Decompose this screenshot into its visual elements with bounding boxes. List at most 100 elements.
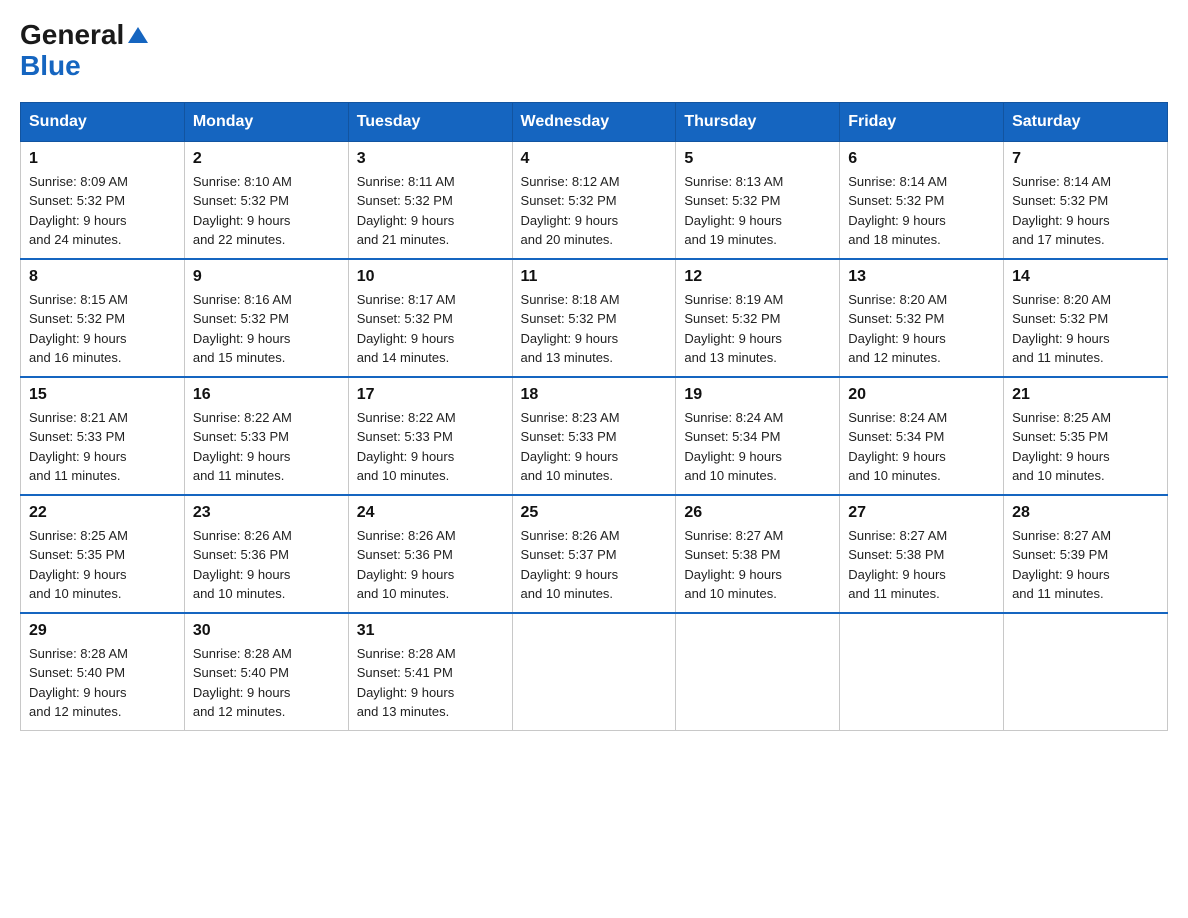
day-info: Sunrise: 8:22 AM Sunset: 5:33 PM Dayligh… [193, 410, 292, 484]
weekday-header-row: SundayMondayTuesdayWednesdayThursdayFrid… [21, 102, 1168, 141]
calendar-cell [512, 613, 676, 731]
day-info: Sunrise: 8:24 AM Sunset: 5:34 PM Dayligh… [848, 410, 947, 484]
calendar-cell: 7 Sunrise: 8:14 AM Sunset: 5:32 PM Dayli… [1004, 141, 1168, 259]
day-info: Sunrise: 8:26 AM Sunset: 5:37 PM Dayligh… [521, 528, 620, 602]
calendar-cell: 11 Sunrise: 8:18 AM Sunset: 5:32 PM Dayl… [512, 259, 676, 377]
calendar-cell: 9 Sunrise: 8:16 AM Sunset: 5:32 PM Dayli… [184, 259, 348, 377]
calendar-cell: 13 Sunrise: 8:20 AM Sunset: 5:32 PM Dayl… [840, 259, 1004, 377]
calendar-cell: 3 Sunrise: 8:11 AM Sunset: 5:32 PM Dayli… [348, 141, 512, 259]
day-number: 21 [1012, 386, 1159, 404]
day-number: 17 [357, 386, 504, 404]
day-info: Sunrise: 8:25 AM Sunset: 5:35 PM Dayligh… [1012, 410, 1111, 484]
calendar-week-row: 22 Sunrise: 8:25 AM Sunset: 5:35 PM Dayl… [21, 495, 1168, 613]
day-number: 12 [684, 268, 831, 286]
logo-general-text: General [20, 20, 124, 51]
day-info: Sunrise: 8:25 AM Sunset: 5:35 PM Dayligh… [29, 528, 128, 602]
day-number: 1 [29, 150, 176, 168]
day-info: Sunrise: 8:13 AM Sunset: 5:32 PM Dayligh… [684, 174, 783, 248]
day-info: Sunrise: 8:28 AM Sunset: 5:40 PM Dayligh… [29, 646, 128, 720]
calendar-cell [1004, 613, 1168, 731]
weekday-header-monday: Monday [184, 102, 348, 141]
calendar-cell: 8 Sunrise: 8:15 AM Sunset: 5:32 PM Dayli… [21, 259, 185, 377]
calendar-cell: 20 Sunrise: 8:24 AM Sunset: 5:34 PM Dayl… [840, 377, 1004, 495]
calendar-cell: 27 Sunrise: 8:27 AM Sunset: 5:38 PM Dayl… [840, 495, 1004, 613]
day-number: 5 [684, 150, 831, 168]
day-number: 6 [848, 150, 995, 168]
calendar-cell: 23 Sunrise: 8:26 AM Sunset: 5:36 PM Dayl… [184, 495, 348, 613]
logo-mark: General [20, 20, 148, 51]
day-info: Sunrise: 8:12 AM Sunset: 5:32 PM Dayligh… [521, 174, 620, 248]
day-number: 28 [1012, 504, 1159, 522]
calendar-cell [840, 613, 1004, 731]
logo: General Blue [20, 20, 148, 82]
calendar-cell: 16 Sunrise: 8:22 AM Sunset: 5:33 PM Dayl… [184, 377, 348, 495]
calendar-cell: 1 Sunrise: 8:09 AM Sunset: 5:32 PM Dayli… [21, 141, 185, 259]
day-info: Sunrise: 8:26 AM Sunset: 5:36 PM Dayligh… [193, 528, 292, 602]
day-info: Sunrise: 8:28 AM Sunset: 5:41 PM Dayligh… [357, 646, 456, 720]
day-number: 7 [1012, 150, 1159, 168]
calendar-cell: 17 Sunrise: 8:22 AM Sunset: 5:33 PM Dayl… [348, 377, 512, 495]
day-number: 2 [193, 150, 340, 168]
calendar-cell: 25 Sunrise: 8:26 AM Sunset: 5:37 PM Dayl… [512, 495, 676, 613]
day-number: 30 [193, 622, 340, 640]
calendar-cell: 10 Sunrise: 8:17 AM Sunset: 5:32 PM Dayl… [348, 259, 512, 377]
calendar-cell: 5 Sunrise: 8:13 AM Sunset: 5:32 PM Dayli… [676, 141, 840, 259]
weekday-header-saturday: Saturday [1004, 102, 1168, 141]
day-info: Sunrise: 8:16 AM Sunset: 5:32 PM Dayligh… [193, 292, 292, 366]
day-info: Sunrise: 8:27 AM Sunset: 5:38 PM Dayligh… [684, 528, 783, 602]
day-number: 29 [29, 622, 176, 640]
calendar-cell: 21 Sunrise: 8:25 AM Sunset: 5:35 PM Dayl… [1004, 377, 1168, 495]
weekday-header-tuesday: Tuesday [348, 102, 512, 141]
day-number: 18 [521, 386, 668, 404]
day-info: Sunrise: 8:28 AM Sunset: 5:40 PM Dayligh… [193, 646, 292, 720]
day-info: Sunrise: 8:14 AM Sunset: 5:32 PM Dayligh… [1012, 174, 1111, 248]
day-number: 27 [848, 504, 995, 522]
day-number: 19 [684, 386, 831, 404]
day-info: Sunrise: 8:10 AM Sunset: 5:32 PM Dayligh… [193, 174, 292, 248]
calendar-table: SundayMondayTuesdayWednesdayThursdayFrid… [20, 102, 1168, 731]
calendar-cell: 26 Sunrise: 8:27 AM Sunset: 5:38 PM Dayl… [676, 495, 840, 613]
day-number: 3 [357, 150, 504, 168]
calendar-cell: 6 Sunrise: 8:14 AM Sunset: 5:32 PM Dayli… [840, 141, 1004, 259]
day-number: 20 [848, 386, 995, 404]
day-number: 25 [521, 504, 668, 522]
calendar-week-row: 15 Sunrise: 8:21 AM Sunset: 5:33 PM Dayl… [21, 377, 1168, 495]
day-number: 8 [29, 268, 176, 286]
weekday-header-friday: Friday [840, 102, 1004, 141]
day-info: Sunrise: 8:21 AM Sunset: 5:33 PM Dayligh… [29, 410, 128, 484]
page-header: General Blue [20, 20, 1168, 82]
weekday-header-sunday: Sunday [21, 102, 185, 141]
calendar-cell: 22 Sunrise: 8:25 AM Sunset: 5:35 PM Dayl… [21, 495, 185, 613]
calendar-cell: 30 Sunrise: 8:28 AM Sunset: 5:40 PM Dayl… [184, 613, 348, 731]
day-info: Sunrise: 8:17 AM Sunset: 5:32 PM Dayligh… [357, 292, 456, 366]
day-number: 22 [29, 504, 176, 522]
day-info: Sunrise: 8:27 AM Sunset: 5:39 PM Dayligh… [1012, 528, 1111, 602]
day-info: Sunrise: 8:14 AM Sunset: 5:32 PM Dayligh… [848, 174, 947, 248]
calendar-cell: 28 Sunrise: 8:27 AM Sunset: 5:39 PM Dayl… [1004, 495, 1168, 613]
day-number: 26 [684, 504, 831, 522]
day-info: Sunrise: 8:27 AM Sunset: 5:38 PM Dayligh… [848, 528, 947, 602]
day-info: Sunrise: 8:19 AM Sunset: 5:32 PM Dayligh… [684, 292, 783, 366]
calendar-cell [676, 613, 840, 731]
weekday-header-wednesday: Wednesday [512, 102, 676, 141]
calendar-cell: 31 Sunrise: 8:28 AM Sunset: 5:41 PM Dayl… [348, 613, 512, 731]
day-number: 15 [29, 386, 176, 404]
day-info: Sunrise: 8:11 AM Sunset: 5:32 PM Dayligh… [357, 174, 455, 248]
day-number: 10 [357, 268, 504, 286]
calendar-cell: 14 Sunrise: 8:20 AM Sunset: 5:32 PM Dayl… [1004, 259, 1168, 377]
day-number: 14 [1012, 268, 1159, 286]
day-number: 31 [357, 622, 504, 640]
day-number: 23 [193, 504, 340, 522]
calendar-cell: 15 Sunrise: 8:21 AM Sunset: 5:33 PM Dayl… [21, 377, 185, 495]
day-info: Sunrise: 8:09 AM Sunset: 5:32 PM Dayligh… [29, 174, 128, 248]
day-number: 24 [357, 504, 504, 522]
calendar-week-row: 1 Sunrise: 8:09 AM Sunset: 5:32 PM Dayli… [21, 141, 1168, 259]
logo-triangle-icon [128, 27, 148, 43]
calendar-cell: 4 Sunrise: 8:12 AM Sunset: 5:32 PM Dayli… [512, 141, 676, 259]
calendar-cell: 18 Sunrise: 8:23 AM Sunset: 5:33 PM Dayl… [512, 377, 676, 495]
day-info: Sunrise: 8:15 AM Sunset: 5:32 PM Dayligh… [29, 292, 128, 366]
calendar-cell: 12 Sunrise: 8:19 AM Sunset: 5:32 PM Dayl… [676, 259, 840, 377]
day-info: Sunrise: 8:18 AM Sunset: 5:32 PM Dayligh… [521, 292, 620, 366]
calendar-cell: 19 Sunrise: 8:24 AM Sunset: 5:34 PM Dayl… [676, 377, 840, 495]
day-info: Sunrise: 8:26 AM Sunset: 5:36 PM Dayligh… [357, 528, 456, 602]
